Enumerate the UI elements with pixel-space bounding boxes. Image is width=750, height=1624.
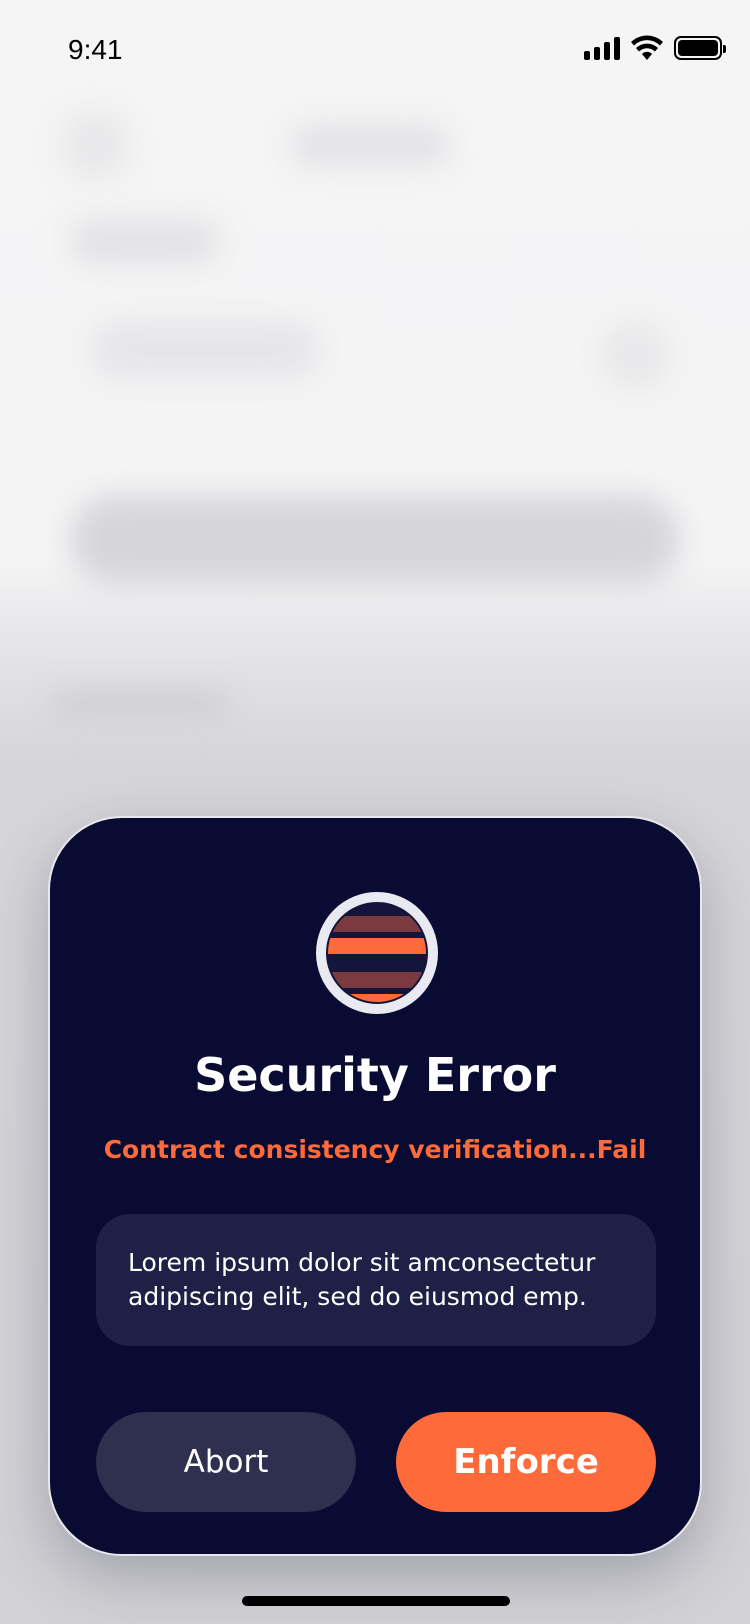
message-box: Lorem ipsum dolor sit amconsectetur adip…	[96, 1214, 656, 1346]
battery-icon	[674, 36, 726, 60]
blurred-back-button	[60, 110, 130, 180]
abort-button[interactable]: Abort	[96, 1412, 356, 1512]
wifi-icon	[631, 35, 663, 60]
security-error-modal: Security Error Contract consistency veri…	[48, 816, 702, 1556]
error-stripes-icon	[326, 902, 428, 1004]
blurred-field	[70, 495, 680, 585]
message-text: Lorem ipsum dolor sit amconsectetur adip…	[128, 1248, 596, 1311]
home-indicator[interactable]	[242, 1596, 510, 1606]
blurred-row	[90, 320, 320, 380]
cellular-signal-icon	[584, 36, 620, 60]
blurred-label	[50, 690, 230, 720]
modal-title: Security Error	[194, 1048, 556, 1102]
status-bar: 9:41	[0, 0, 750, 100]
verification-status: Contract consistency verification...Fail	[103, 1135, 647, 1164]
enforce-button-label: Enforce	[453, 1442, 599, 1482]
status-time: 9:41	[68, 34, 123, 65]
enforce-button[interactable]: Enforce	[396, 1412, 656, 1512]
abort-button-label: Abort	[183, 1444, 269, 1480]
blurred-title	[290, 125, 450, 165]
blurred-icon	[600, 320, 670, 390]
status-icons	[584, 34, 726, 62]
blurred-subtitle	[70, 220, 220, 264]
error-badge	[316, 892, 438, 1014]
